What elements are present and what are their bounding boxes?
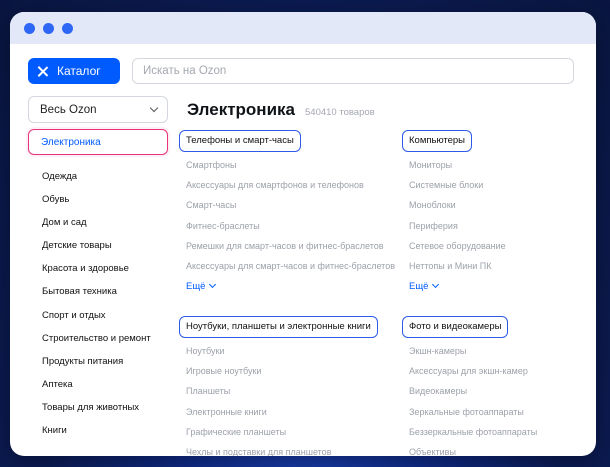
sidebar-item[interactable]: Обувь	[42, 188, 168, 211]
window-dot-1[interactable]	[24, 22, 35, 34]
more-label: Ещё	[409, 280, 429, 292]
catalog-button-label: Каталог	[57, 64, 101, 78]
column-right: Компьютеры Мониторы Системные блоки Моно…	[402, 130, 582, 456]
sidebar-item[interactable]: Книги	[42, 419, 168, 442]
column-left: Телефоны и смарт-часы Смартфоны Аксессуа…	[179, 130, 399, 456]
sidebar: Весь Ozon Электроника Одежда Обувь Дом и…	[28, 96, 168, 442]
window-dot-2[interactable]	[43, 22, 54, 34]
list-item[interactable]: Смарт-часы	[186, 195, 399, 215]
group-title-photo[interactable]: Фото и видеокамеры	[402, 316, 509, 338]
window-dot-3[interactable]	[62, 22, 73, 34]
list-item[interactable]: Сетевое оборудование	[409, 236, 582, 256]
list-item[interactable]: Чехлы и подставки для планшетов	[186, 442, 378, 456]
list-item[interactable]: Смартфоны	[186, 155, 399, 175]
list-item[interactable]: Планшеты	[186, 381, 378, 401]
group-computers: Компьютеры Мониторы Системные блоки Моно…	[402, 130, 582, 295]
sidebar-item[interactable]: Аптека	[42, 373, 168, 396]
page-title: Электроника	[187, 100, 295, 119]
chevron-down-icon	[209, 281, 217, 289]
more-label: Ещё	[186, 280, 206, 292]
sidebar-item[interactable]: Спорт и отдых	[42, 304, 168, 327]
list-item[interactable]: Графические планшеты	[186, 422, 378, 442]
sidebar-item[interactable]: Детские товары	[42, 234, 168, 257]
sidebar-item[interactable]: Товары для животных	[42, 396, 168, 419]
catalog-button[interactable]: Каталог	[28, 58, 120, 84]
group-list-phones: Смартфоны Аксессуары для смартфонов и те…	[179, 155, 399, 276]
list-item[interactable]: Аксессуары для экшн-камер	[409, 361, 537, 381]
chevron-down-icon	[432, 281, 440, 289]
chevron-down-icon	[149, 103, 159, 113]
list-item[interactable]: Электронные книги	[186, 402, 378, 422]
group-title-laptops[interactable]: Ноутбуки, планшеты и электронные книги	[179, 316, 378, 338]
list-item[interactable]: Фитнес-браслеты	[186, 216, 399, 236]
sidebar-item[interactable]: Одежда	[42, 165, 168, 188]
list-item[interactable]: Игровые ноутбуки	[186, 361, 378, 381]
browser-window: Каталог Весь Ozon Электроника Одежда Обу…	[10, 12, 596, 456]
group-phones: Телефоны и смарт-часы Смартфоны Аксессуа…	[179, 130, 399, 295]
group-photo: Фото и видеокамеры Экшн-камеры Аксессуар…	[402, 316, 537, 456]
group-list-photo: Экшн-камеры Аксессуары для экшн-камер Ви…	[402, 341, 537, 456]
list-item[interactable]: Неттопы и Мини ПК	[409, 256, 582, 276]
list-item[interactable]: Аксессуары для смарт-часов и фитнес-брас…	[186, 256, 399, 276]
sidebar-list: Одежда Обувь Дом и сад Детские товары Кр…	[28, 165, 168, 442]
list-item[interactable]: Экшн-камеры	[409, 341, 537, 361]
list-item[interactable]: Видеокамеры	[409, 381, 537, 401]
list-item[interactable]: Системные блоки	[409, 175, 582, 195]
group-title-phones[interactable]: Телефоны и смарт-часы	[179, 130, 301, 152]
scope-select[interactable]: Весь Ozon	[28, 96, 168, 123]
list-item[interactable]: Моноблоки	[409, 195, 582, 215]
search-input[interactable]	[132, 58, 574, 84]
sidebar-item[interactable]: Бытовая техника	[42, 280, 168, 303]
list-item[interactable]: Периферия	[409, 216, 582, 236]
group-laptops: Ноутбуки, планшеты и электронные книги Н…	[179, 316, 378, 456]
list-item[interactable]: Объективы	[409, 442, 537, 456]
list-item[interactable]: Ремешки для смарт-часов и фитнес-браслет…	[186, 236, 399, 256]
window-titlebar	[10, 12, 596, 44]
sidebar-item[interactable]: Дом и сад	[42, 211, 168, 234]
close-icon	[37, 66, 48, 77]
top-bar: Каталог	[28, 58, 574, 84]
main-content: Электроника 540410 товаров Телефоны и см…	[179, 100, 587, 456]
sidebar-item-electronics[interactable]: Электроника	[28, 129, 168, 155]
list-item[interactable]: Зеркальные фотоаппараты	[409, 402, 537, 422]
group-list-laptops: Ноутбуки Игровые ноутбуки Планшеты Элект…	[179, 341, 378, 456]
more-link-computers[interactable]: Ещё	[402, 277, 582, 295]
list-item[interactable]: Мониторы	[409, 155, 582, 175]
category-heading: Электроника 540410 товаров	[187, 100, 587, 120]
list-item[interactable]: Ноутбуки	[186, 341, 378, 361]
more-link-phones[interactable]: Ещё	[179, 277, 399, 295]
sidebar-item[interactable]: Красота и здоровье	[42, 257, 168, 280]
scope-select-value: Весь Ozon	[40, 103, 97, 116]
sidebar-item[interactable]: Продукты питания	[42, 350, 168, 373]
product-count: 540410 товаров	[305, 107, 375, 118]
list-item[interactable]: Аксессуары для смартфонов и телефонов	[186, 175, 399, 195]
list-item[interactable]: Беззеркальные фотоаппараты	[409, 422, 537, 442]
group-list-computers: Мониторы Системные блоки Моноблоки Периф…	[402, 155, 582, 276]
sidebar-item[interactable]: Строительство и ремонт	[42, 327, 168, 350]
group-title-computers[interactable]: Компьютеры	[402, 130, 472, 152]
